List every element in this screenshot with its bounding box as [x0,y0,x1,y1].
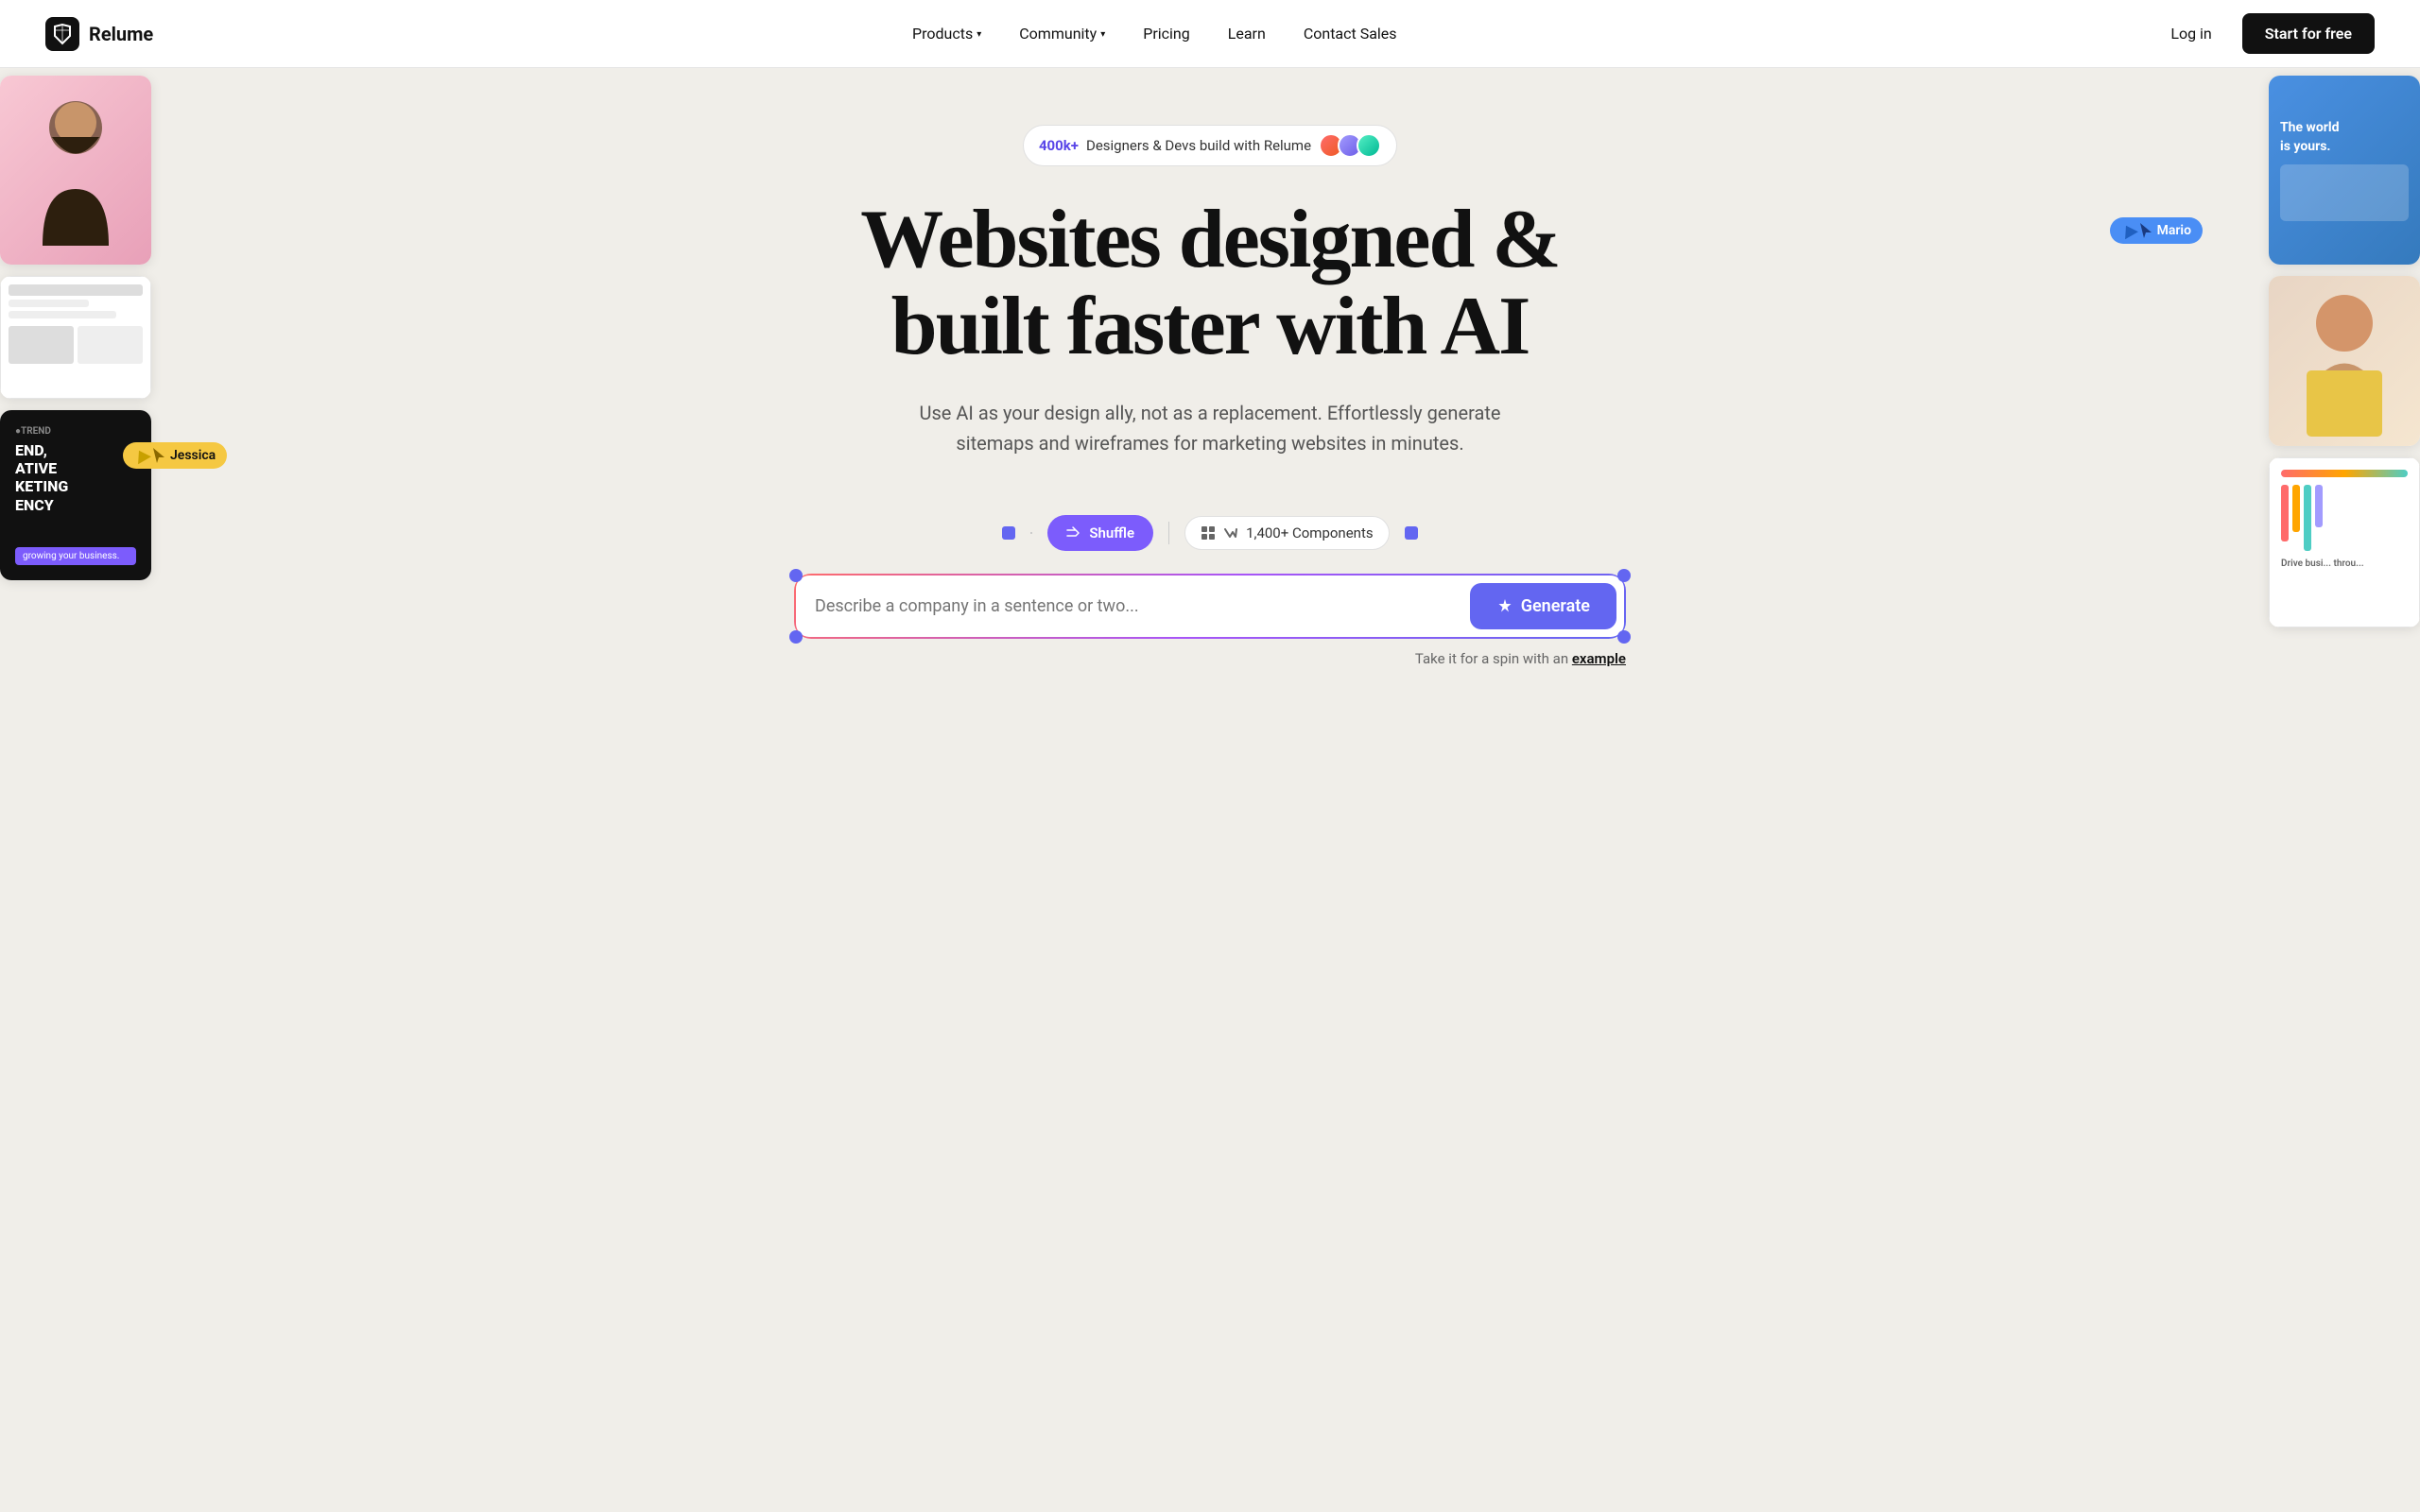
hero-title-line1: Websites designed & [860,194,1559,285]
cursor-icon [2140,223,2152,238]
shuffle-button[interactable]: Shuffle [1047,515,1153,551]
badge-text: Designers & Devs build with Relume [1086,137,1311,154]
corner-dot-bl [789,630,803,644]
cursor-icon [153,448,164,463]
cursor-mario: Mario [2110,217,2203,244]
nav-pricing[interactable]: Pricing [1128,17,1205,50]
nav-logo-text: Relume [89,23,153,45]
start-for-free-button[interactable]: Start for free [2242,13,2375,54]
hero-title: Websites designed & built faster with AI [860,197,1559,371]
generate-hint: Take it for a spin with an example [794,650,1626,667]
generate-label: Generate [1521,596,1590,616]
toolbar-dot-right [1405,526,1418,540]
generate-wrapper: Generate [794,574,1626,639]
nav-community[interactable]: Community ▾ [1004,17,1120,50]
webflow-icon [1223,525,1238,541]
nav-products[interactable]: Products ▾ [897,17,996,50]
corner-dot-tr [1617,569,1631,582]
component-toolbar: Shuffle 1,400+ Components [1002,515,1417,551]
hero-badge: 400k+ Designers & Devs build with Relume [1023,125,1397,166]
example-link[interactable]: example [1572,650,1626,667]
left-side-panels: ●TREND END,ATIVEKETINGENCY growing your … [0,76,151,580]
generate-input[interactable] [815,596,1459,616]
nav-contact-sales[interactable]: Contact Sales [1288,17,1412,50]
hero-section: ●TREND END,ATIVEKETINGENCY growing your … [0,0,2420,1512]
left-card-pink [0,76,151,265]
chevron-down-icon: ▾ [1100,29,1105,40]
avatar-group [1319,133,1381,158]
badge-count: 400k+ [1039,137,1079,154]
components-count: 1,400+ Components [1246,524,1374,541]
generate-section: Generate Take it for a spin with an exam… [794,574,1626,667]
nav-actions: Log in Start for free [2155,13,2375,54]
nav-learn[interactable]: Learn [1213,17,1281,50]
hero-title-line2: built faster with AI [891,281,1530,372]
right-card-refund [2269,276,2420,446]
right-side-panels: The worldis yours. [2269,76,2420,627]
right-card-blue: The worldis yours. [2269,76,2420,265]
nav-logo[interactable]: Relume [45,17,153,51]
sparkle-icon [1496,597,1513,614]
hero-subtitle: Use AI as your design ally, not as a rep… [889,398,1531,458]
toolbar-dot-left [1002,526,1015,540]
corner-dot-br [1617,630,1631,644]
navbar: Relume Products ▾ Community ▾ Pricing Le… [0,0,2420,68]
left-card-wireframe [0,276,151,399]
shuffle-icon [1066,525,1081,541]
nav-links: Products ▾ Community ▾ Pricing Learn Con… [897,17,1412,50]
corner-dot-tl [789,569,803,582]
hero-center: 400k+ Designers & Devs build with Relume… [737,68,1683,667]
right-card-tool: Drive busi... throu... [2269,457,2420,627]
generate-button[interactable]: Generate [1470,583,1616,629]
components-badge: 1,400+ Components [1184,516,1390,550]
login-link[interactable]: Log in [2155,17,2226,50]
left-card-1 [0,76,151,265]
toolbar-divider [1168,522,1169,544]
components-icon [1201,525,1216,541]
avatar-3 [1357,133,1381,158]
relume-logo-icon [45,17,79,51]
left-card-dark: ●TREND END,ATIVEKETINGENCY growing your … [0,410,151,580]
chevron-down-icon: ▾ [977,29,981,40]
